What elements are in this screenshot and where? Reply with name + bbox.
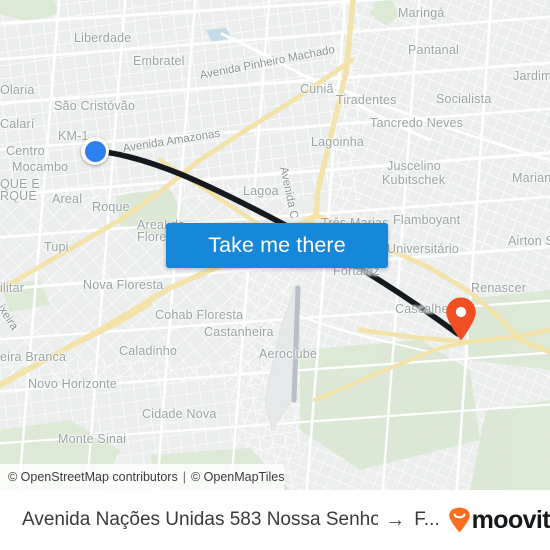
arrow-right-icon: → bbox=[385, 508, 406, 531]
origin-marker-dot bbox=[84, 140, 106, 162]
moovit-pin-icon bbox=[448, 507, 470, 533]
trip-origin-label: Avenida Nações Unidas 583 Nossa Senhora … bbox=[22, 509, 379, 530]
moovit-map-share-card: Liberdade Embratel Maringá Pantanal Jardim Ol… bbox=[0, 0, 550, 550]
attribution-openmaptiles[interactable]: © OpenMapTiles bbox=[191, 470, 285, 484]
moovit-wordmark: moovit bbox=[471, 505, 550, 534]
attribution-osm[interactable]: © OpenStreetMap contributors bbox=[8, 470, 178, 484]
map-canvas[interactable]: Liberdade Embratel Maringá Pantanal Jardim Ol… bbox=[0, 0, 550, 490]
take-me-there-button[interactable]: Take me there bbox=[166, 223, 388, 268]
moovit-logo[interactable]: moovit bbox=[448, 506, 550, 535]
map-attribution: © OpenStreetMap contributors | © OpenMap… bbox=[0, 464, 285, 490]
map-road-label: Avenida C bbox=[277, 165, 300, 220]
map-road-label: ixeira bbox=[0, 302, 21, 333]
map-road-label: Avenida Amazonas bbox=[122, 127, 221, 155]
trip-destination-label: F... bbox=[414, 509, 440, 530]
destination-pin-icon bbox=[446, 297, 476, 341]
footer-bar: Avenida Nações Unidas 583 Nossa Senhora … bbox=[0, 490, 550, 550]
origin-marker[interactable] bbox=[81, 137, 109, 165]
map-road-label: Avenida Pinheiro Machado bbox=[198, 43, 336, 82]
destination-marker[interactable] bbox=[444, 296, 478, 341]
attribution-separator: | bbox=[182, 470, 186, 484]
